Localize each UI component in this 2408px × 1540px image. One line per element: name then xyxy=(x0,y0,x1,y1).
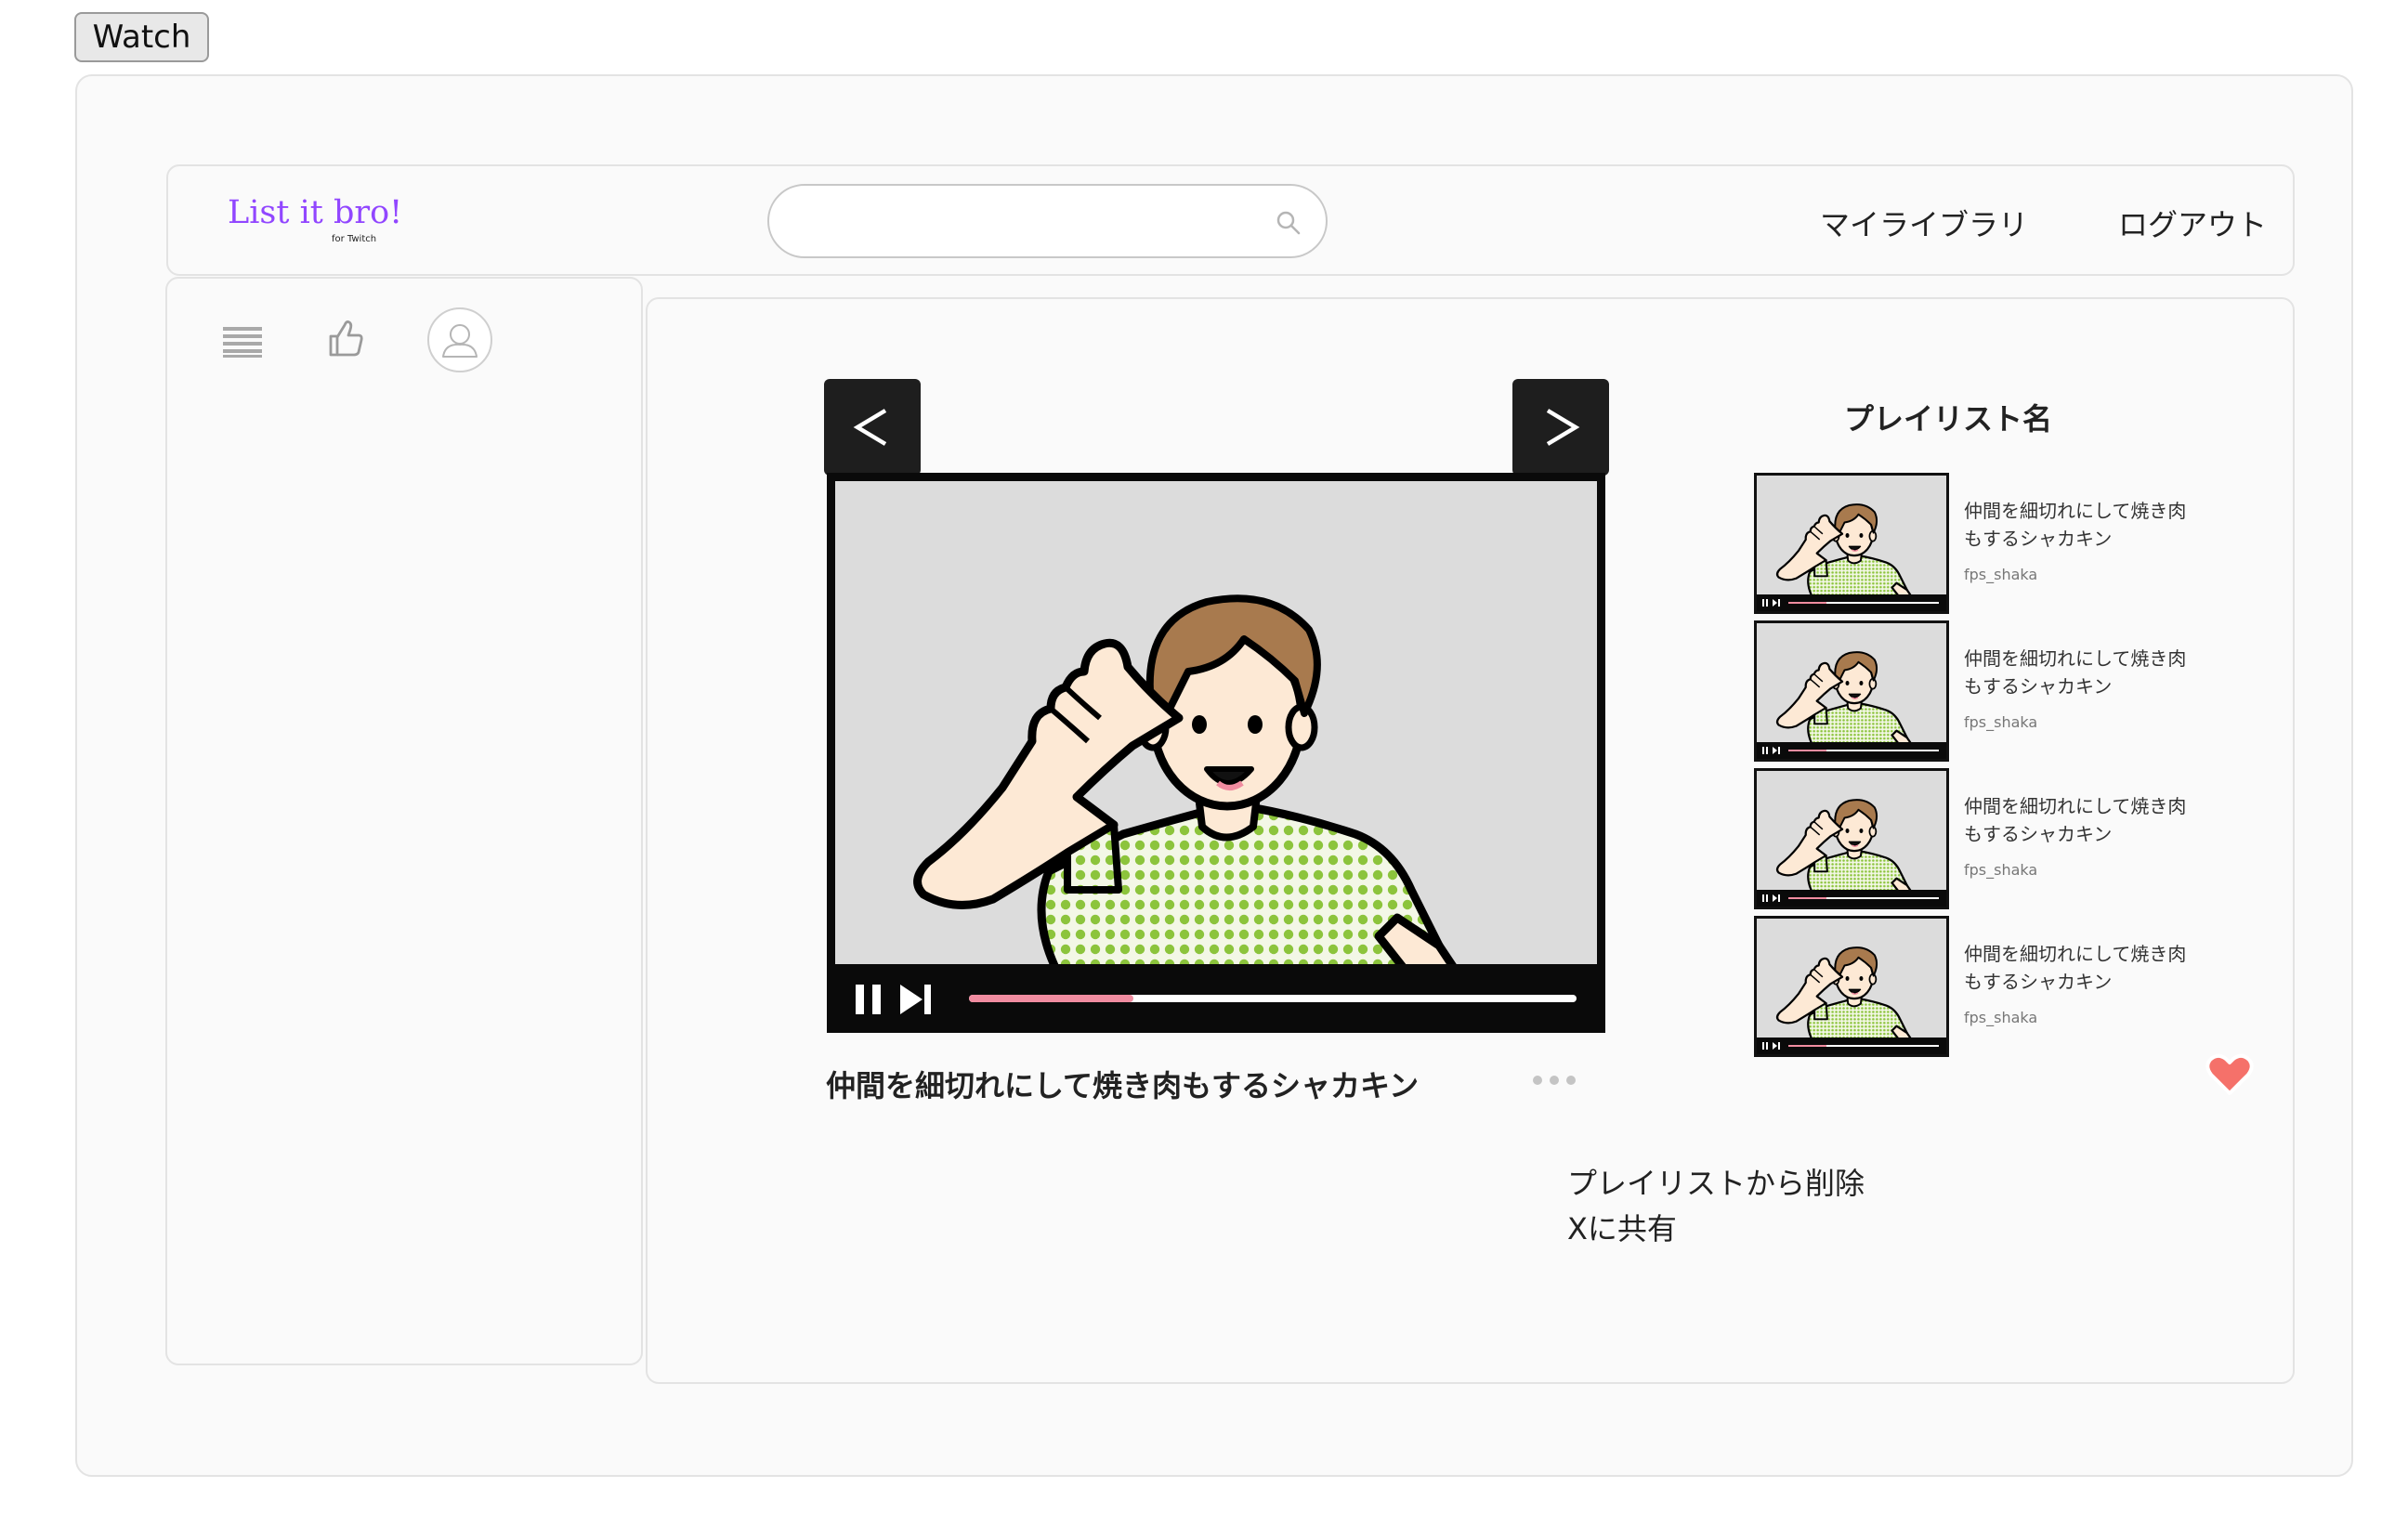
search-input[interactable] xyxy=(795,199,1263,245)
chevron-right-icon xyxy=(1546,409,1580,446)
playlist-item-title: 仲間を細切れにして焼き肉もするシャカキン xyxy=(1964,647,2187,698)
search-icon[interactable] xyxy=(1276,210,1302,236)
playlist-item-channel: fps_shaka xyxy=(1964,713,2038,731)
playlist-thumbnail xyxy=(1754,768,1949,909)
progress-fill xyxy=(969,995,1133,1002)
progress-bar[interactable] xyxy=(969,995,1577,1002)
logo[interactable]: List it bro! for Twitch xyxy=(228,194,403,244)
logo-subtitle: for Twitch xyxy=(332,234,377,244)
playlist-item[interactable]: 仲間を細切れにして焼き肉もするシャカキン fps_shaka xyxy=(1754,768,2237,909)
playlist-thumbnail xyxy=(1754,473,1949,614)
search-bar xyxy=(767,184,1328,258)
more-options-icon[interactable] xyxy=(1530,1070,1578,1090)
video-frame xyxy=(835,481,1597,964)
list-icon[interactable] xyxy=(223,325,262,359)
playlist-item-channel: fps_shaka xyxy=(1964,1009,2038,1026)
watch-button[interactable]: Watch xyxy=(74,12,209,62)
pause-icon[interactable] xyxy=(854,983,885,1016)
prev-button[interactable] xyxy=(824,379,921,476)
next-button[interactable] xyxy=(1512,379,1609,476)
playlist-item[interactable]: 仲間を細切れにして焼き肉もするシャカキン fps_shaka xyxy=(1754,473,2237,614)
playlist-item-title: 仲間を細切れにして焼き肉もするシャカキン xyxy=(1964,795,2187,845)
logo-title: List it bro! xyxy=(228,194,403,231)
menu-share-to-x[interactable]: Xに共有 xyxy=(1567,1206,1677,1248)
nav-logout[interactable]: ログアウト xyxy=(2118,202,2267,244)
skip-next-icon[interactable] xyxy=(898,983,934,1016)
playlist-item[interactable]: 仲間を細切れにして焼き肉もするシャカキン fps_shaka xyxy=(1754,916,2237,1057)
thumbs-up-icon[interactable] xyxy=(327,318,364,359)
playlist-name: プレイリスト名 xyxy=(1844,401,2053,437)
player-controls xyxy=(835,964,1597,1033)
heart-icon[interactable] xyxy=(2205,1051,2255,1098)
user-avatar-icon[interactable] xyxy=(426,307,493,373)
menu-remove-from-playlist[interactable]: プレイリストから削除 xyxy=(1567,1160,1865,1203)
playlist-item-title: 仲間を細切れにして焼き肉もするシャカキン xyxy=(1964,500,2187,550)
main-content: 仲間を細切れにして焼き肉もするシャカキン プレイリスト名 仲間を細切れにして焼き… xyxy=(646,297,2295,1384)
playlist-item[interactable]: 仲間を細切れにして焼き肉もするシャカキン fps_shaka xyxy=(1754,620,2237,762)
nav-my-library[interactable]: マイライブラリ xyxy=(1820,202,2028,244)
video-title: 仲間を細切れにして焼き肉もするシャカキン xyxy=(826,1068,1420,1103)
playlist-item-channel: fps_shaka xyxy=(1964,861,2038,879)
video-player[interactable] xyxy=(827,473,1605,1033)
playlist-item-title: 仲間を細切れにして焼き肉もするシャカキン xyxy=(1964,943,2187,993)
chevron-left-icon xyxy=(853,409,887,446)
sidebar xyxy=(165,277,643,1365)
playlist-thumbnail xyxy=(1754,620,1949,762)
playlist-thumbnail xyxy=(1754,916,1949,1057)
playlist-item-channel: fps_shaka xyxy=(1964,566,2038,583)
header-bar: List it bro! for Twitch マイライブラリ ログアウト xyxy=(166,164,2295,276)
